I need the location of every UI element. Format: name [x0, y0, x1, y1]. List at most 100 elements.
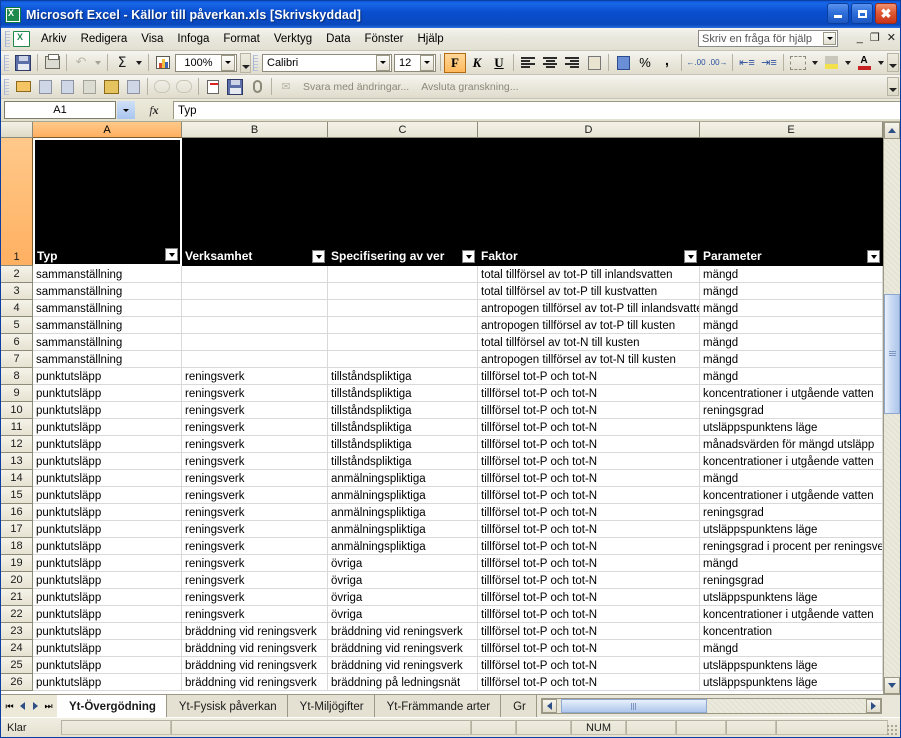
table-row[interactable]: 26 punktutsläpp bräddning vid reningsverk b… — [1, 674, 900, 691]
grid-cell[interactable] — [182, 334, 328, 351]
menu-item-format[interactable]: Format — [216, 30, 266, 48]
row-header[interactable]: 18 — [1, 538, 33, 555]
grid-cell[interactable]: bräddning vid reningsverk — [328, 623, 478, 640]
name-box-dropdown-button[interactable] — [117, 101, 135, 119]
print-preview-button[interactable] — [41, 52, 63, 73]
track-changes-button[interactable] — [202, 76, 224, 97]
grid-cell[interactable]: punktutsläpp — [33, 555, 182, 572]
grid-cell[interactable]: bräddning vid reningsverk — [182, 674, 328, 691]
row-header[interactable]: 9 — [1, 385, 33, 402]
chevron-down-icon[interactable] — [823, 32, 836, 45]
header-cell-verksamhet[interactable]: Verksamhet — [182, 138, 328, 266]
vertical-scrollbar[interactable] — [883, 122, 900, 694]
row-header[interactable]: 10 — [1, 402, 33, 419]
toolbar-grip-formatting[interactable] — [253, 54, 258, 71]
grid-cell[interactable]: punktutsläpp — [33, 453, 182, 470]
table-row[interactable]: 23 punktutsläpp bräddning vid reningsverk b… — [1, 623, 900, 640]
row-header[interactable]: 14 — [1, 470, 33, 487]
resize-grip[interactable] — [886, 724, 898, 736]
grid-cell[interactable]: tillförsel tot-P och tot-N — [478, 419, 700, 436]
header-cell-specifisering[interactable]: Specifisering av ver — [328, 138, 478, 266]
grid-cell[interactable] — [182, 317, 328, 334]
grid-cell[interactable]: sammanställning — [33, 334, 182, 351]
grid-cell[interactable]: bräddning vid reningsverk — [328, 640, 478, 657]
toolbar-options-formatting[interactable] — [887, 53, 899, 72]
hscroll-right-button[interactable] — [866, 699, 881, 713]
grid-cell[interactable]: mängd — [700, 283, 883, 300]
grid-cell[interactable]: reningsverk — [182, 419, 328, 436]
grid-cell[interactable]: tillförsel tot-P och tot-N — [478, 521, 700, 538]
table-row[interactable]: 14 punktutsläpp reningsverk anmälningsplikt… — [1, 470, 900, 487]
grid-cell[interactable]: övriga — [328, 606, 478, 623]
scroll-track-lower[interactable] — [884, 414, 900, 677]
autosum-dropdown-button[interactable] — [133, 52, 145, 73]
filter-dropdown-icon[interactable] — [312, 250, 325, 263]
grid-cell[interactable]: punktutsläpp — [33, 657, 182, 674]
toolbar-grip-reviewing[interactable] — [4, 78, 9, 95]
filter-dropdown-icon[interactable] — [462, 250, 475, 263]
table-row[interactable]: 18 punktutsläpp reningsverk anmälningsplikt… — [1, 538, 900, 555]
font-size-combo[interactable]: 12 — [394, 53, 436, 72]
grid-cell[interactable]: reningsgrad — [700, 572, 883, 589]
grid-cell[interactable]: sammanställning — [33, 317, 182, 334]
select-all-button[interactable] — [1, 122, 33, 138]
grid-cell[interactable]: utsläppspunktens läge — [700, 589, 883, 606]
grid-cell[interactable]: tillförsel tot-P och tot-N — [478, 640, 700, 657]
sheet-tab[interactable]: Gr — [501, 695, 537, 717]
doc-close-button[interactable]: ✕ — [887, 31, 896, 44]
grid-cell[interactable]: tillförsel tot-P och tot-N — [478, 453, 700, 470]
grid-cell[interactable]: punktutsläpp — [33, 487, 182, 504]
insert-function-button[interactable]: fx — [135, 103, 173, 118]
grid-cell[interactable]: bräddning vid reningsverk — [182, 623, 328, 640]
grid-cell[interactable]: bräddning vid reningsverk — [182, 640, 328, 657]
grid-cell[interactable] — [328, 334, 478, 351]
grid-cell[interactable]: mängd — [700, 266, 883, 283]
grid-cell[interactable]: anmälningspliktiga — [328, 487, 478, 504]
hscroll-track[interactable] — [556, 699, 866, 713]
grid-cell[interactable]: sammanställning — [33, 300, 182, 317]
grid-cell[interactable]: punktutsläpp — [33, 504, 182, 521]
grid-cell[interactable]: reningsverk — [182, 521, 328, 538]
grid-cell[interactable]: punktutsläpp — [33, 436, 182, 453]
italic-button[interactable]: K — [466, 53, 488, 73]
table-row[interactable]: 6 sammanställning total tillförsel av tot-… — [1, 334, 900, 351]
font-name-combo[interactable]: Calibri — [262, 53, 392, 72]
grid-cell[interactable]: tillförsel tot-P och tot-N — [478, 487, 700, 504]
grid-cell[interactable]: reningsverk — [182, 470, 328, 487]
grid-cell[interactable]: anmälningspliktiga — [328, 470, 478, 487]
grid-cell[interactable]: reningsverk — [182, 504, 328, 521]
table-row[interactable]: 20 punktutsläpp reningsverk övriga tillförse… — [1, 572, 900, 589]
grid-cell[interactable] — [328, 300, 478, 317]
zoom-dropdown-button[interactable] — [221, 54, 235, 71]
grid-cell[interactable]: punktutsläpp — [33, 521, 182, 538]
grid-cell[interactable]: koncentration — [700, 623, 883, 640]
grid-cell[interactable]: reningsverk — [182, 436, 328, 453]
grid-cell[interactable]: punktutsläpp — [33, 368, 182, 385]
increase-decimal-button[interactable]: ←.00 — [685, 52, 707, 73]
attach-button[interactable] — [246, 76, 268, 97]
grid-cell[interactable]: antropogen tillförsel av tot-P till inla… — [478, 300, 700, 317]
row-header[interactable]: 16 — [1, 504, 33, 521]
doc-minimize-button[interactable]: _ — [857, 32, 863, 44]
currency-button[interactable] — [612, 52, 634, 73]
increase-indent-button[interactable]: ⇥≡ — [758, 52, 780, 73]
save-button[interactable] — [12, 52, 34, 73]
grid-cell[interactable]: mängd — [700, 640, 883, 657]
grid-cell[interactable]: mängd — [700, 317, 883, 334]
grid-cell[interactable]: tillförsel tot-P och tot-N — [478, 572, 700, 589]
table-row[interactable]: 2 sammanställning total tillförsel av tot-… — [1, 266, 900, 283]
grid-cell[interactable]: anmälningspliktiga — [328, 538, 478, 555]
column-header-b[interactable]: B — [182, 122, 328, 138]
grid-cell[interactable]: mängd — [700, 368, 883, 385]
doc-restore-button[interactable]: ❐ — [870, 31, 880, 44]
grid-cell[interactable]: tillståndspliktiga — [328, 385, 478, 402]
grid-cell[interactable]: månadsvärden för mängd utsläpp — [700, 436, 883, 453]
table-row[interactable]: 16 punktutsläpp reningsverk anmälningsplikt… — [1, 504, 900, 521]
new-comment-button[interactable] — [12, 76, 34, 97]
header-cell-typ[interactable]: Typ — [33, 138, 182, 266]
grid-cell[interactable]: övriga — [328, 589, 478, 606]
table-row[interactable]: 22 punktutsläpp reningsverk övriga tillförse… — [1, 606, 900, 623]
grid-cell[interactable]: punktutsläpp — [33, 385, 182, 402]
grid-cell[interactable]: reningsverk — [182, 368, 328, 385]
row-header[interactable]: 24 — [1, 640, 33, 657]
